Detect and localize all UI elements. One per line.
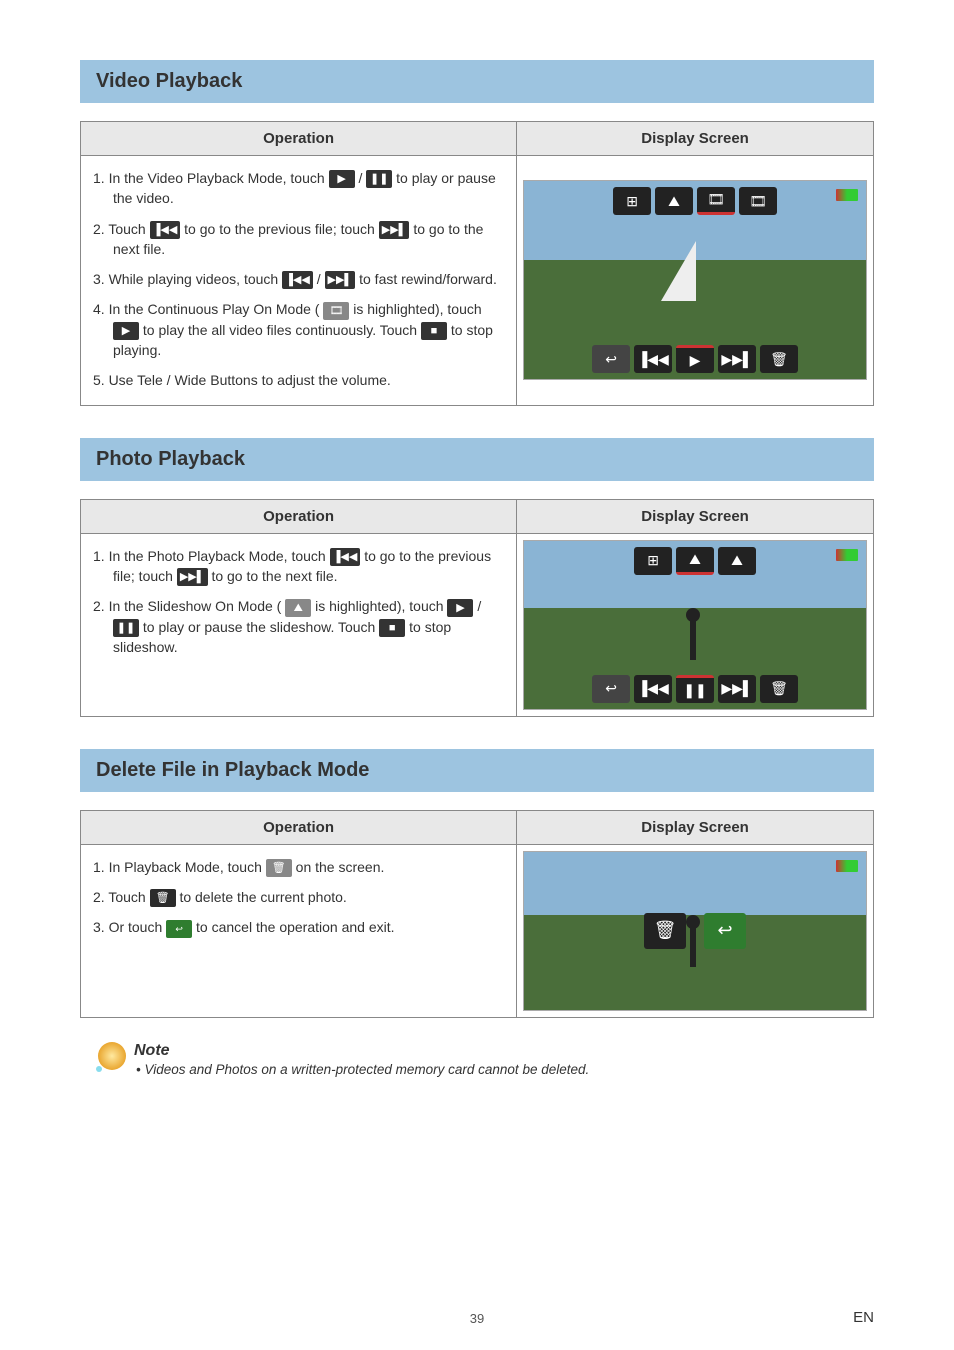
- slide-tab-icon[interactable]: ⛰: [676, 547, 714, 575]
- cancel-center-icon[interactable]: ↩: [704, 913, 746, 949]
- delete-file-heading: Delete File in Playback Mode: [80, 749, 874, 792]
- back-button-icon[interactable]: ↩: [592, 675, 630, 703]
- col-operation: Operation: [81, 122, 517, 156]
- play-icon: ▶: [113, 322, 139, 340]
- note-bulb-icon: [98, 1042, 126, 1070]
- cancel-icon: ↩: [166, 920, 192, 938]
- pause-icon: ❚❚: [366, 170, 392, 188]
- note-text: • Videos and Photos on a written-protect…: [134, 1062, 589, 1077]
- page-number: 39: [0, 1311, 954, 1326]
- photo-playback-table: Operation Display Screen 1. In the Photo…: [80, 499, 874, 717]
- delete-display-screen-cell: 🗑 ↩: [517, 844, 874, 1017]
- video-display-screen-cell: ⊞ ⛰ 🎞 🎞 ↩ ▐◀◀ ▶ ▶▶▌ 🗑: [517, 156, 874, 406]
- reel-tab-icon[interactable]: 🎞: [739, 187, 777, 215]
- next-icon: ▶▶▌: [379, 221, 410, 239]
- stop-icon: ■: [421, 322, 447, 340]
- trash-button-icon[interactable]: 🗑: [760, 675, 798, 703]
- video-playback-table: Operation Display Screen 1. In the Video…: [80, 121, 874, 406]
- rewind-icon: ▐◀◀: [282, 271, 313, 289]
- play-icon: ▶: [447, 599, 473, 617]
- note-title: Note: [134, 1042, 589, 1060]
- prev-icon: ▐◀◀: [150, 221, 181, 239]
- section-delete-file: Delete File in Playback Mode Operation D…: [80, 749, 874, 1018]
- col-display-screen: Display Screen: [517, 810, 874, 844]
- prev-icon: ▐◀◀: [330, 548, 361, 566]
- grid-tab-icon[interactable]: ⊞: [634, 547, 672, 575]
- delete-step-1: 1. In Playback Mode, touch 🗑 on the scre…: [93, 853, 504, 883]
- trash-button-icon[interactable]: 🗑: [760, 345, 798, 373]
- photo-display-screen-cell: ⊞ ⛰ ⛰ ↩ ▐◀◀ ❚❚ ▶▶▌ 🗑: [517, 533, 874, 716]
- col-operation: Operation: [81, 810, 517, 844]
- play-button-icon[interactable]: ▶: [676, 345, 714, 373]
- next-button-icon[interactable]: ▶▶▌: [718, 345, 756, 373]
- photo-step-1: 1. In the Photo Playback Mode, touch ▐◀◀…: [93, 542, 504, 593]
- forward-icon: ▶▶▌: [325, 271, 356, 289]
- col-display-screen: Display Screen: [517, 122, 874, 156]
- delete-file-screenshot: 🗑 ↩: [523, 851, 867, 1011]
- language-label: EN: [853, 1309, 874, 1326]
- photo-step-2: 2. In the Slideshow On Mode ( ⛰ is highl…: [93, 592, 504, 663]
- back-button-icon[interactable]: ↩: [592, 345, 630, 373]
- prev-button-icon[interactable]: ▐◀◀: [634, 675, 672, 703]
- video-step-5: 5. Use Tele / Wide Buttons to adjust the…: [93, 366, 504, 396]
- video-step-3: 3. While playing videos, touch ▐◀◀ / ▶▶▌…: [93, 265, 504, 295]
- golfer-graphic: [678, 608, 708, 668]
- trash-confirm-icon: 🗑: [150, 889, 176, 907]
- delete-file-table: Operation Display Screen 1. In Playback …: [80, 810, 874, 1018]
- section-photo-playback: Photo Playback Operation Display Screen …: [80, 438, 874, 717]
- video-operation-cell: 1. In the Video Playback Mode, touch ▶ /…: [81, 156, 517, 406]
- next-button-icon[interactable]: ▶▶▌: [718, 675, 756, 703]
- section-video-playback: Video Playback Operation Display Screen …: [80, 60, 874, 406]
- video-step-4: 4. In the Continuous Play On Mode ( 🎞 is…: [93, 295, 504, 366]
- video-step-2: 2. Touch ▐◀◀ to go to the previous file;…: [93, 215, 504, 266]
- slideshow-mode-icon: ⛰: [285, 599, 311, 617]
- battery-icon: [836, 860, 858, 872]
- stop-icon: ■: [379, 619, 405, 637]
- photo-tab-icon[interactable]: ⛰: [718, 547, 756, 575]
- film-tab-icon[interactable]: 🎞: [697, 187, 735, 215]
- trash-icon: 🗑: [266, 859, 292, 877]
- delete-step-2: 2. Touch 🗑 to delete the current photo.: [93, 883, 504, 913]
- continuous-mode-icon: 🎞: [323, 302, 349, 320]
- photo-playback-screenshot: ⊞ ⛰ ⛰ ↩ ▐◀◀ ❚❚ ▶▶▌ 🗑: [523, 540, 867, 710]
- video-playback-screenshot: ⊞ ⛰ 🎞 🎞 ↩ ▐◀◀ ▶ ▶▶▌ 🗑: [523, 180, 867, 380]
- next-icon: ▶▶▌: [177, 568, 208, 586]
- prev-button-icon[interactable]: ▐◀◀: [634, 345, 672, 373]
- col-display-screen: Display Screen: [517, 499, 874, 533]
- photo-tab-icon[interactable]: ⛰: [655, 187, 693, 215]
- delete-step-3: 3. Or touch ↩ to cancel the operation an…: [93, 913, 504, 943]
- video-playback-heading: Video Playback: [80, 60, 874, 103]
- play-icon: ▶: [329, 170, 355, 188]
- video-step-1: 1. In the Video Playback Mode, touch ▶ /…: [93, 164, 504, 215]
- delete-operation-cell: 1. In Playback Mode, touch 🗑 on the scre…: [81, 844, 517, 1017]
- trash-center-icon[interactable]: 🗑: [644, 913, 686, 949]
- photo-playback-heading: Photo Playback: [80, 438, 874, 481]
- photo-operation-cell: 1. In the Photo Playback Mode, touch ▐◀◀…: [81, 533, 517, 716]
- pause-icon: ❚❚: [113, 619, 139, 637]
- pause-button-icon[interactable]: ❚❚: [676, 675, 714, 703]
- grid-tab-icon[interactable]: ⊞: [613, 187, 651, 215]
- col-operation: Operation: [81, 499, 517, 533]
- note-block: Note • Videos and Photos on a written-pr…: [80, 1042, 874, 1077]
